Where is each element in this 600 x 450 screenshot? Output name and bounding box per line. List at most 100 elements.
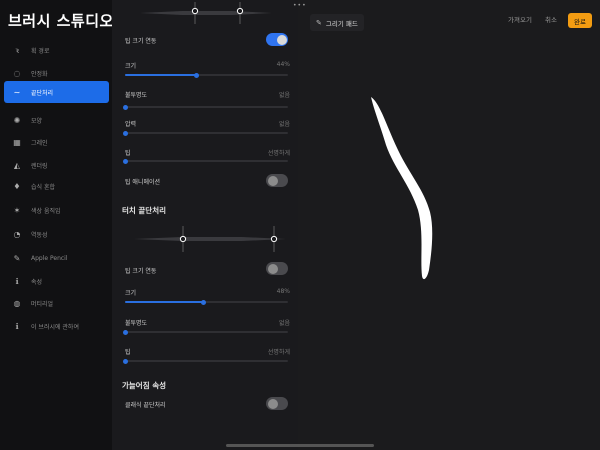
touch-opacity-label: 불투명도 <box>125 320 148 327</box>
sidebar-item-label: 속성 <box>31 278 43 286</box>
sidebar-item-7[interactable]: ✶ 색상 움직임 <box>4 200 109 220</box>
touch-tip-slider[interactable] <box>122 358 288 364</box>
taper-end-handle <box>236 7 244 15</box>
tip-size-link-label: 팁 크기 연동 <box>125 38 157 45</box>
taper-icon: ∼ <box>13 87 21 97</box>
home-indicator <box>226 444 374 447</box>
edit-icon: ✎ <box>316 18 322 27</box>
touch-size-label: 크기 <box>125 290 137 297</box>
toggle-knob <box>267 175 278 186</box>
classic-taper-label: 클래식 끝단처리 <box>125 402 166 409</box>
touch-tip-label: 팁 <box>125 349 131 356</box>
touch-size-slider[interactable] <box>125 299 288 305</box>
sidebar-item-label: Apple Pencil <box>31 254 68 262</box>
properties-icon: ℹ <box>15 276 19 286</box>
grain-icon: ▦ <box>13 137 21 147</box>
tip-slider[interactable] <box>122 158 288 164</box>
sidebar-item-label: 렌더링 <box>31 162 48 170</box>
tip-size-link-toggle[interactable] <box>266 33 288 46</box>
taper-start-handle <box>179 235 187 243</box>
touch-size-value: 48% <box>276 288 290 295</box>
slider-handle <box>122 329 128 335</box>
size-slider[interactable] <box>125 72 288 78</box>
slider-handle <box>200 299 206 305</box>
pressure-label: 압력 <box>125 121 137 128</box>
apple-pencil-icon: ✎ <box>13 253 21 263</box>
taper-properties-header: 가늘어짐 속성 <box>122 381 167 390</box>
materials-icon: ◍ <box>13 298 21 308</box>
sidebar-item-label: 이 브러시에 관하여 <box>31 323 79 331</box>
slider-handle <box>122 158 128 164</box>
size-label: 크기 <box>125 63 137 70</box>
drawing-pad-canvas[interactable] <box>298 0 600 450</box>
sidebar-item-label: 그레인 <box>31 139 48 147</box>
dynamics-icon: ◔ <box>13 229 21 239</box>
sidebar-item-0[interactable]: ꝛ 획 경로 <box>4 40 109 60</box>
slider-handle <box>122 130 128 136</box>
toggle-knob <box>267 263 278 274</box>
sidebar-item-label: 습식 혼합 <box>31 183 55 191</box>
sidebar-item-label: 모양 <box>31 117 43 125</box>
sidebar-item-8[interactable]: ◔ 역동성 <box>4 224 109 244</box>
app-title: 브러시 스튜디오 <box>8 12 114 30</box>
size-value: 44% <box>276 61 290 68</box>
tip-label: 팁 <box>125 150 131 157</box>
sidebar-item-4[interactable]: ▦ 그레인 <box>4 132 109 152</box>
touch-opacity-slider[interactable] <box>122 329 288 335</box>
sidebar-item-5[interactable]: ◭ 렌더링 <box>4 155 109 175</box>
tip-animation-label: 팁 애니메이션 <box>125 179 161 186</box>
touch-taper-header: 터치 끝단처리 <box>122 206 167 215</box>
touch-tip-size-link-label: 팁 크기 연동 <box>125 268 157 275</box>
stabilization-icon: ◌ <box>13 68 21 78</box>
touch-opacity-value: 없음 <box>278 320 290 327</box>
slider-handle <box>122 104 128 110</box>
sidebar-item-1[interactable]: ◌ 안정화 <box>4 63 109 83</box>
sidebar-item-label: 안정화 <box>31 70 48 78</box>
more-options-icon[interactable]: ••• <box>293 2 307 9</box>
cancel-button[interactable]: 취소 <box>545 14 557 24</box>
pencil-taper-preview[interactable] <box>122 2 292 24</box>
color-dynamics-icon: ✶ <box>13 205 21 215</box>
taper-end-handle <box>270 235 278 243</box>
sidebar: 브러시 스튜디오 ꝛ 획 경로 ◌ 안정화 ∼ 끝단처리 ✺ 모양 ▦ 그레인 ◭ 렌더링 ♦ 습식 혼합… <box>0 0 114 450</box>
sidebar-item-label: 획 경로 <box>31 47 50 55</box>
sidebar-item-2[interactable]: ∼ 끝단처리 <box>4 81 109 103</box>
toggle-knob <box>267 398 278 409</box>
slider-handle <box>122 358 128 364</box>
rendering-icon: ◭ <box>13 160 21 170</box>
sidebar-item-11[interactable]: ◍ 머티리얼 <box>4 293 109 313</box>
sidebar-item-3[interactable]: ✺ 모양 <box>4 110 109 130</box>
opacity-label: 불투명도 <box>125 92 148 99</box>
import-button[interactable]: 가져오기 <box>508 14 532 24</box>
drawing-pad-label: 그리기 패드 <box>325 19 358 28</box>
classic-taper-toggle[interactable] <box>266 397 288 410</box>
opacity-value: 없음 <box>278 92 290 99</box>
sidebar-item-9[interactable]: ✎ Apple Pencil <box>4 248 109 268</box>
pressure-value: 없음 <box>278 121 290 128</box>
settings-panel: 팁 크기 연동 크기 44% 불투명도 없음 압력 없음 팁 선명하게 팁 애니… <box>112 0 298 450</box>
sidebar-item-label: 역동성 <box>31 231 48 239</box>
sidebar-item-label: 끝단처리 <box>31 89 54 97</box>
tip-animation-toggle[interactable] <box>266 174 288 187</box>
sidebar-item-6[interactable]: ♦ 습식 혼합 <box>4 176 109 196</box>
sidebar-item-10[interactable]: ℹ 속성 <box>4 271 109 291</box>
shape-icon: ✺ <box>13 115 21 125</box>
touch-tip-size-link-toggle[interactable] <box>266 262 288 275</box>
done-button[interactable]: 완료 <box>568 13 592 28</box>
drawing-pad-button[interactable]: ✎ 그리기 패드 <box>310 14 364 31</box>
touch-tip-value: 선명하게 <box>267 349 290 356</box>
about-icon: ℹ <box>15 321 19 331</box>
wet-mix-icon: ♦ <box>13 181 21 191</box>
pressure-slider[interactable] <box>122 130 288 136</box>
slider-handle <box>194 72 200 78</box>
opacity-slider[interactable] <box>122 104 288 110</box>
toggle-knob <box>276 34 287 45</box>
sidebar-item-label: 색상 움직임 <box>31 207 61 215</box>
brush-stroke-preview <box>371 97 433 280</box>
taper-start-handle <box>191 7 199 15</box>
sidebar-item-12[interactable]: ℹ 이 브러시에 관하여 <box>4 316 109 336</box>
stroke-path-icon: ꝛ <box>15 45 19 55</box>
tip-value: 선명하게 <box>267 150 290 157</box>
sidebar-item-label: 머티리얼 <box>31 300 54 308</box>
touch-taper-preview[interactable] <box>122 226 294 252</box>
